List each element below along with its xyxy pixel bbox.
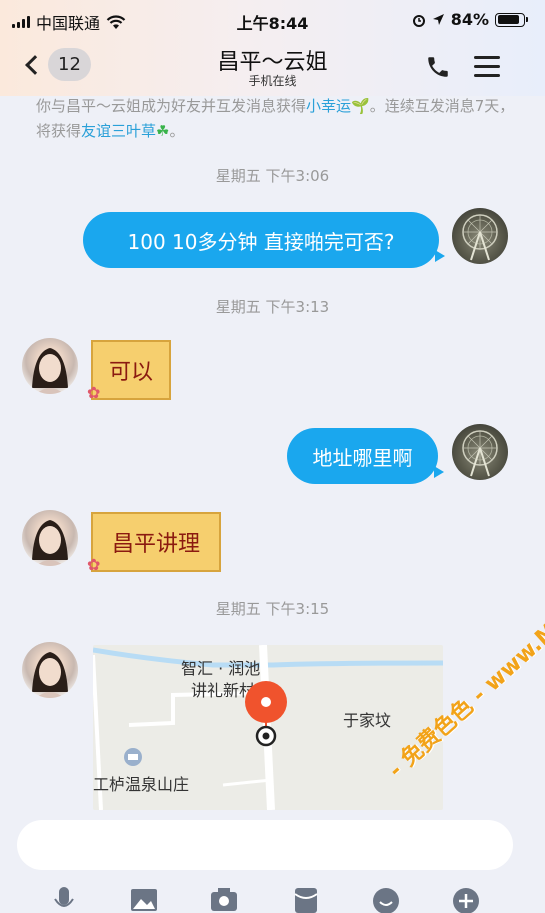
red-packet-icon[interactable]	[290, 885, 322, 913]
map-label: 于家坟	[343, 711, 392, 730]
chat-nav-bar: 12 昌平～云姐 手机在线	[0, 40, 545, 96]
timestamp: 星期五 下午3:06	[215, 167, 330, 185]
sticker-card[interactable]: 可以 ✿	[87, 340, 171, 402]
plum-blossom-icon: ✿	[87, 383, 101, 402]
timestamp: 星期五 下午3:13	[215, 298, 330, 316]
alarm-icon	[412, 14, 425, 27]
sprout-icon: 🌱	[351, 97, 370, 115]
image-icon[interactable]	[128, 885, 160, 913]
notice-text-3: 。	[169, 122, 185, 140]
location-arrow-icon	[432, 14, 444, 25]
input-bar	[0, 810, 545, 913]
camera-icon[interactable]	[208, 885, 240, 913]
clover-link[interactable]: 友谊三叶草	[81, 122, 156, 140]
clover-icon: ☘	[156, 122, 170, 140]
map-pin-icon	[245, 681, 287, 747]
location-map-message[interactable]: 智汇 · 润池 讲礼新村 于家坟 工栌温泉山庄	[93, 645, 443, 810]
battery-icon	[495, 12, 528, 27]
status-bar: 中国联通 上午8:44 84%	[0, 0, 545, 40]
status-right: 84%	[412, 10, 528, 29]
timestamp: 星期五 下午3:15	[215, 600, 330, 618]
plum-blossom-icon: ✿	[87, 555, 101, 574]
plus-icon[interactable]	[450, 885, 482, 913]
sticker-text: 昌平讲理	[111, 532, 200, 557]
emoji-icon[interactable]	[370, 885, 402, 913]
my-avatar[interactable]	[452, 208, 508, 264]
message-bubble-sent[interactable]: 地址哪里啊	[287, 428, 444, 484]
battery-percent: 84%	[450, 10, 489, 29]
notice-text-1: 你与昌平～云姐成为好友并互发消息获得	[36, 97, 307, 115]
microphone-icon[interactable]	[48, 885, 80, 913]
contact-avatar[interactable]	[22, 338, 78, 394]
map-label: 智汇 · 润池	[181, 659, 261, 678]
contact-photo	[32, 520, 68, 566]
message-input[interactable]	[17, 820, 513, 870]
friendship-notice: 你与昌平～云姐成为好友并互发消息获得小幸运🌱。连续互发消息7天，将获得友谊三叶草…	[36, 94, 516, 144]
map-label: 工栌温泉山庄	[93, 775, 190, 794]
message-bubble-sent[interactable]: 100 10多分钟 直接啪完可否?	[83, 212, 445, 268]
contact-photo	[32, 348, 68, 394]
ferris-wheel-icon	[462, 214, 498, 261]
phone-call-icon[interactable]	[425, 54, 451, 80]
input-toolbar	[0, 885, 545, 913]
sticker-text: 可以	[108, 360, 153, 385]
hotel-icon	[124, 748, 142, 766]
my-avatar[interactable]	[452, 424, 508, 480]
contact-avatar[interactable]	[22, 642, 78, 698]
contact-status: 手机在线	[248, 74, 297, 88]
contact-photo	[32, 652, 68, 698]
contact-avatar[interactable]	[22, 510, 78, 566]
sticker-card[interactable]: 昌平讲理 ✿	[87, 512, 221, 574]
ferris-wheel-icon	[462, 430, 498, 477]
lucky-link[interactable]: 小幸运	[306, 97, 351, 115]
battery-fill	[497, 15, 519, 24]
menu-icon[interactable]	[474, 56, 500, 83]
